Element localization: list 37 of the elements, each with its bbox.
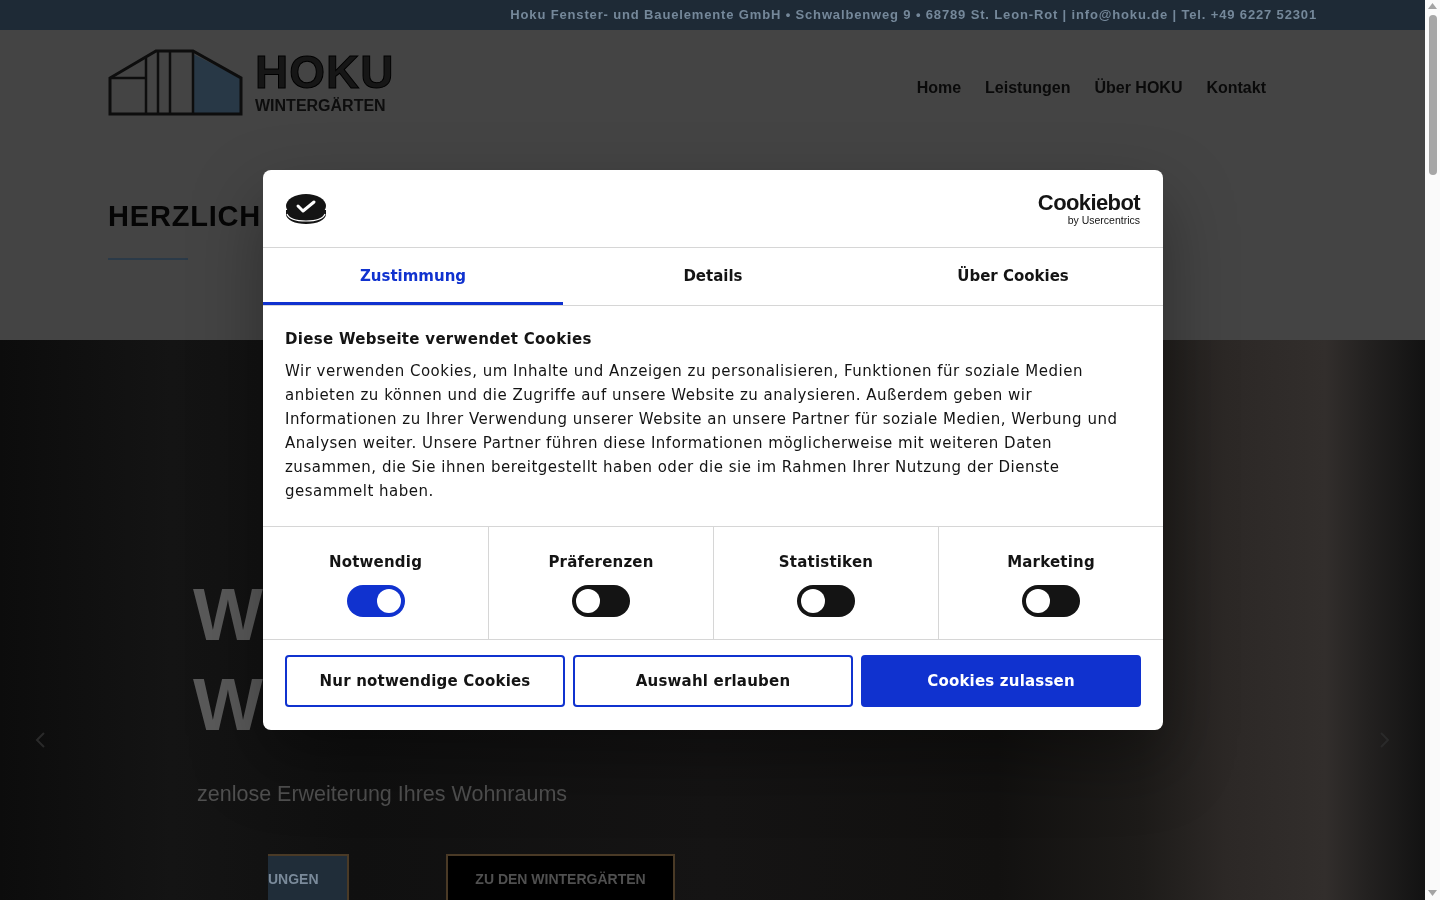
tab[interactable]: Details xyxy=(563,248,863,305)
nav-link[interactable]: Leistungen xyxy=(985,76,1071,100)
consent-button[interactable]: Cookies zulassen xyxy=(861,655,1141,707)
tab[interactable]: Über Cookies xyxy=(863,248,1163,305)
scroll-up-arrow-icon[interactable] xyxy=(1428,3,1437,9)
category-label: Präferenzen xyxy=(548,552,654,573)
dialog-text: Wir verwenden Cookies, um Inhalte und Anzeigen zu personalisieren, Funktionen für soziale Medien anbieten zu können und die Zugriffe auf unsere Website zu analysieren. Außerdem geben wir Informationen zu Ihrer Verwendung unserer Website an unsere Partner für soziale Medien, Werbung und Analysen weiter. Unsere Partner führen diese Informationen möglicherweise mit weiteren Daten zusammen, die Sie ihnen bereitgestellt haben oder die sie im Rahmen Ihrer Nutzung der Dienste gesammelt haben. xyxy=(285,361,1119,502)
nav-link[interactable]: Über HOKU xyxy=(1094,76,1183,100)
cookie-check-icon xyxy=(285,192,327,225)
tab[interactable]: Zustimmung xyxy=(263,248,563,305)
hero-subtitle: zenlose Erweiterung Ihres Wohnraums xyxy=(197,781,568,808)
hero-heading: W xyxy=(193,662,263,748)
toggle-switch[interactable] xyxy=(572,585,630,617)
page-heading: HERZLICH xyxy=(108,199,261,234)
contact-info: Hoku Fenster- und Bauelemente GmbH • Schwalbenweg 9 • 68789 St. Leon-Rot | info@hoku.de | Tel. +49 6227 52301 xyxy=(510,6,1317,25)
scrollbar[interactable] xyxy=(1425,0,1440,900)
nav-link[interactable]: Home xyxy=(916,76,962,100)
brand-byline: by Usercentrics xyxy=(1067,213,1140,226)
nav-link[interactable]: Kontakt xyxy=(1206,76,1266,100)
toggle-switch[interactable] xyxy=(797,585,855,617)
chevron-left-icon[interactable] xyxy=(35,732,45,748)
category-label: Notwendig xyxy=(328,552,423,573)
category-label: Statistiken xyxy=(778,552,874,573)
brand-name: Cookiebot xyxy=(1037,191,1140,214)
hero-heading: W xyxy=(193,572,263,658)
category-label: Marketing xyxy=(1007,552,1095,573)
toggle-switch[interactable] xyxy=(1022,585,1080,617)
consent-button[interactable]: Nur notwendige Cookies xyxy=(285,655,565,707)
consent-button[interactable]: Auswahl erlauben xyxy=(573,655,853,707)
scrollbar-thumb[interactable] xyxy=(1428,15,1437,175)
scroll-down-arrow-icon[interactable] xyxy=(1428,890,1437,896)
logo-tagline[interactable]: WINTERGÄRTEN xyxy=(255,97,395,115)
toggle-switch[interactable] xyxy=(346,585,405,617)
hero-button[interactable]: ZU DEN WINTERGÄRTEN xyxy=(446,854,675,900)
house-outline-icon[interactable] xyxy=(108,48,243,116)
dialog-title: Diese Webseite verwendet Cookies xyxy=(285,329,592,350)
hero-button[interactable]: UNGEN xyxy=(268,854,349,900)
